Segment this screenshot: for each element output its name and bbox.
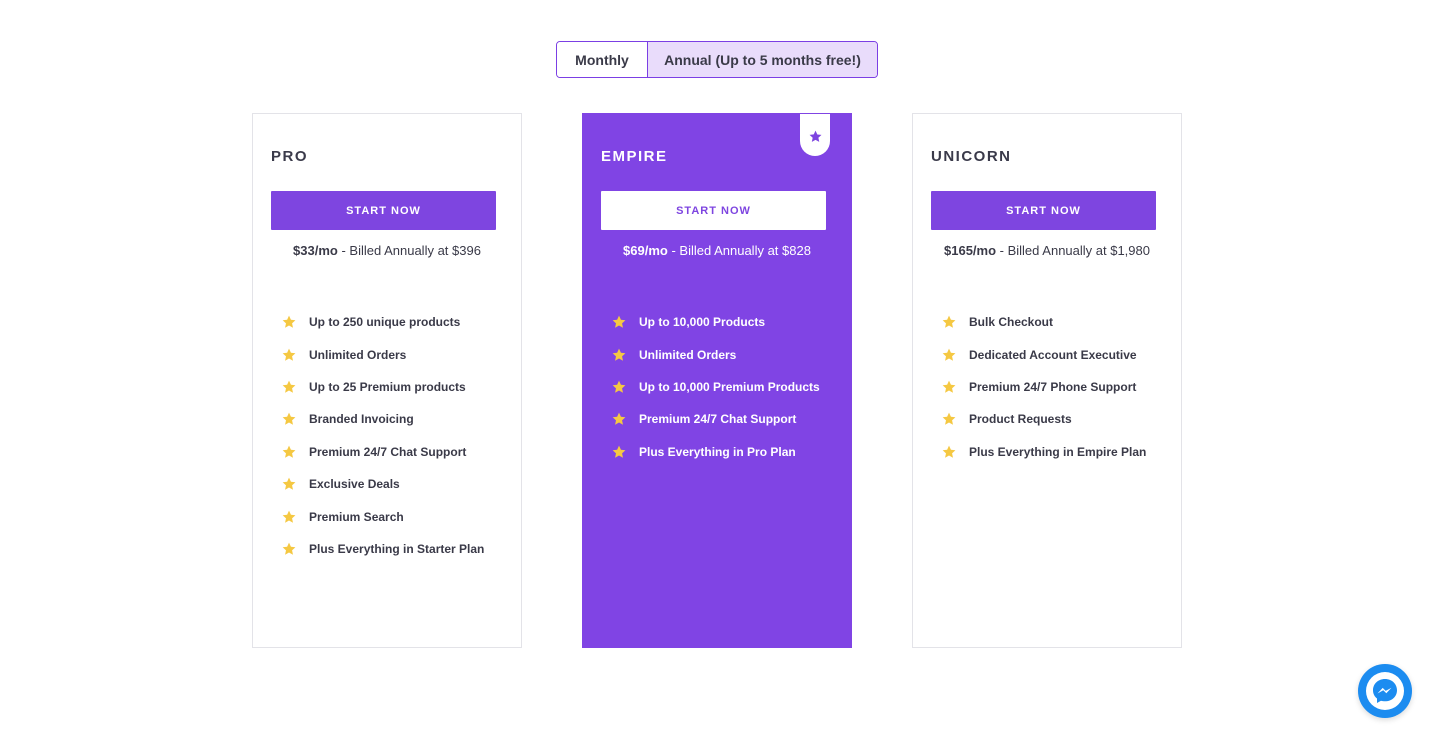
star-icon — [940, 411, 957, 428]
star-icon — [280, 411, 297, 428]
pricing-page: Monthly Annual (Up to 5 months free!) PR… — [0, 0, 1434, 740]
feature-list: Bulk Checkout Dedicated Account Executive… — [940, 306, 1146, 468]
feature-item: Dedicated Account Executive — [940, 338, 1146, 370]
feature-list: Up to 250 unique products Unlimited Order… — [280, 306, 484, 565]
feature-label: Branded Invoicing — [309, 412, 414, 427]
star-icon — [610, 378, 627, 395]
feature-item: Up to 10,000 Premium Products — [610, 371, 820, 403]
star-icon — [280, 378, 297, 395]
feature-label: Unlimited Orders — [309, 347, 407, 362]
billing-toggle: Monthly Annual (Up to 5 months free!) — [556, 41, 878, 78]
monthly-toggle-button[interactable]: Monthly — [557, 42, 648, 77]
feature-item: Product Requests — [940, 403, 1146, 435]
feature-item: Plus Everything in Pro Plan — [610, 436, 820, 468]
feature-label: Premium 24/7 Chat Support — [309, 444, 467, 459]
plan-name: PRO — [271, 148, 309, 165]
feature-item: Unlimited Orders — [280, 338, 484, 370]
star-icon — [940, 346, 957, 363]
plan-price: $33/mo — [293, 243, 338, 258]
feature-label: Bulk Checkout — [969, 315, 1054, 330]
plan-card-unicorn: UNICORN START NOW $165/mo - Billed Annua… — [912, 113, 1182, 648]
price-line: $33/mo - Billed Annually at $396 — [253, 243, 521, 258]
feature-label: Plus Everything in Empire Plan — [969, 444, 1147, 459]
feature-item: Up to 25 Premium products — [280, 371, 484, 403]
feature-item: Bulk Checkout — [940, 306, 1146, 338]
star-icon — [280, 346, 297, 363]
feature-label: Up to 25 Premium products — [309, 379, 466, 394]
feature-label: Up to 250 unique products — [309, 315, 461, 330]
feature-label: Up to 10,000 Premium Products — [639, 379, 820, 394]
messenger-chat-button[interactable] — [1358, 664, 1412, 718]
feature-item: Premium Search — [280, 500, 484, 532]
messenger-icon — [1366, 672, 1404, 710]
plan-card-empire: EMPIRE START NOW $69/mo - Billed Annuall… — [582, 113, 852, 648]
annual-toggle-button[interactable]: Annual (Up to 5 months free!) — [648, 42, 877, 77]
feature-label: Dedicated Account Executive — [969, 347, 1137, 362]
start-now-button[interactable]: START NOW — [601, 191, 826, 230]
star-icon — [610, 314, 627, 331]
plan-price: $165/mo — [944, 243, 997, 258]
feature-label: Premium Search — [309, 509, 404, 524]
plan-name: EMPIRE — [601, 148, 668, 165]
star-icon — [280, 508, 297, 525]
star-icon — [940, 378, 957, 395]
feature-item: Up to 250 unique products — [280, 306, 484, 338]
featured-badge — [800, 114, 830, 156]
star-icon — [809, 130, 821, 142]
star-icon — [280, 540, 297, 557]
feature-item: Exclusive Deals — [280, 468, 484, 500]
feature-label: Plus Everything in Starter Plan — [309, 541, 485, 556]
feature-label: Up to 10,000 Products — [639, 315, 766, 330]
feature-label: Plus Everything in Pro Plan — [639, 444, 796, 459]
billing-note: - Billed Annually at $396 — [337, 243, 481, 258]
star-icon — [610, 411, 627, 428]
feature-item: Premium 24/7 Phone Support — [940, 371, 1146, 403]
plan-card-pro: PRO START NOW $33/mo - Billed Annually a… — [252, 113, 522, 648]
feature-item: Premium 24/7 Chat Support — [280, 436, 484, 468]
price-line: $165/mo - Billed Annually at $1,980 — [913, 243, 1181, 258]
star-icon — [280, 443, 297, 460]
feature-list: Up to 10,000 Products Unlimited Orders Up … — [610, 306, 820, 468]
feature-item: Unlimited Orders — [610, 338, 820, 370]
star-icon — [610, 443, 627, 460]
start-now-button[interactable]: START NOW — [271, 191, 496, 230]
feature-label: Premium 24/7 Chat Support — [639, 412, 797, 427]
price-line: $69/mo - Billed Annually at $828 — [583, 243, 851, 258]
plan-price: $69/mo — [623, 243, 668, 258]
feature-item: Branded Invoicing — [280, 403, 484, 435]
billing-note: - Billed Annually at $1,980 — [996, 243, 1150, 258]
star-icon — [280, 314, 297, 331]
star-icon — [940, 443, 957, 460]
feature-item: Up to 10,000 Products — [610, 306, 820, 338]
billing-note: - Billed Annually at $828 — [667, 243, 811, 258]
feature-item: Plus Everything in Empire Plan — [940, 436, 1146, 468]
feature-label: Product Requests — [969, 412, 1072, 427]
feature-item: Plus Everything in Starter Plan — [280, 533, 484, 565]
star-icon — [610, 346, 627, 363]
feature-label: Premium 24/7 Phone Support — [969, 379, 1137, 394]
start-now-button[interactable]: START NOW — [931, 191, 1156, 230]
feature-label: Exclusive Deals — [309, 477, 400, 492]
feature-item: Premium 24/7 Chat Support — [610, 403, 820, 435]
star-icon — [280, 476, 297, 493]
plan-name: UNICORN — [931, 148, 1012, 165]
feature-label: Unlimited Orders — [639, 347, 737, 362]
star-icon — [940, 314, 957, 331]
